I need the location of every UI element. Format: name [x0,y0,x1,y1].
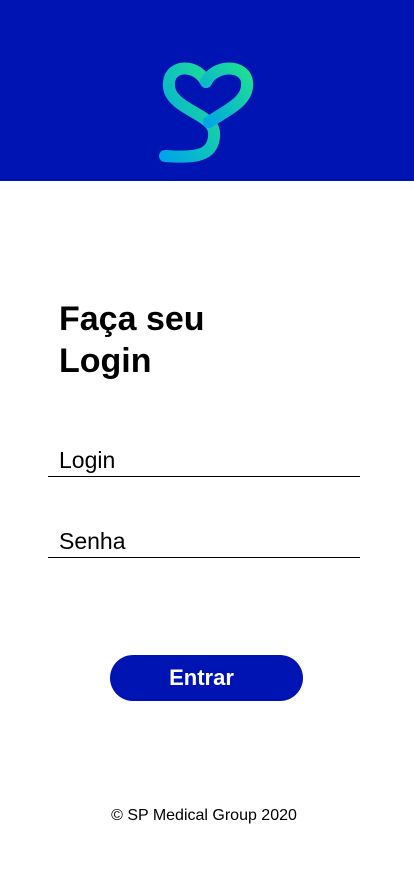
footer-copyright: © SP Medical Group 2020 [0,807,414,825]
login-field [48,440,360,477]
title-line-2: Login [59,342,152,380]
page-title: Faça seu Login [59,298,319,382]
header-bar [0,0,414,181]
title-line-1: Faça seu [59,300,205,338]
copyright-text: © SP Medical Group 2020 [111,807,297,824]
submit-button-label: Entrar [169,665,234,690]
password-input[interactable] [59,525,349,557]
login-input[interactable] [59,444,349,476]
password-field [48,524,360,558]
submit-button[interactable]: Entrar [110,655,303,701]
heart-s-logo-icon [159,62,254,163]
